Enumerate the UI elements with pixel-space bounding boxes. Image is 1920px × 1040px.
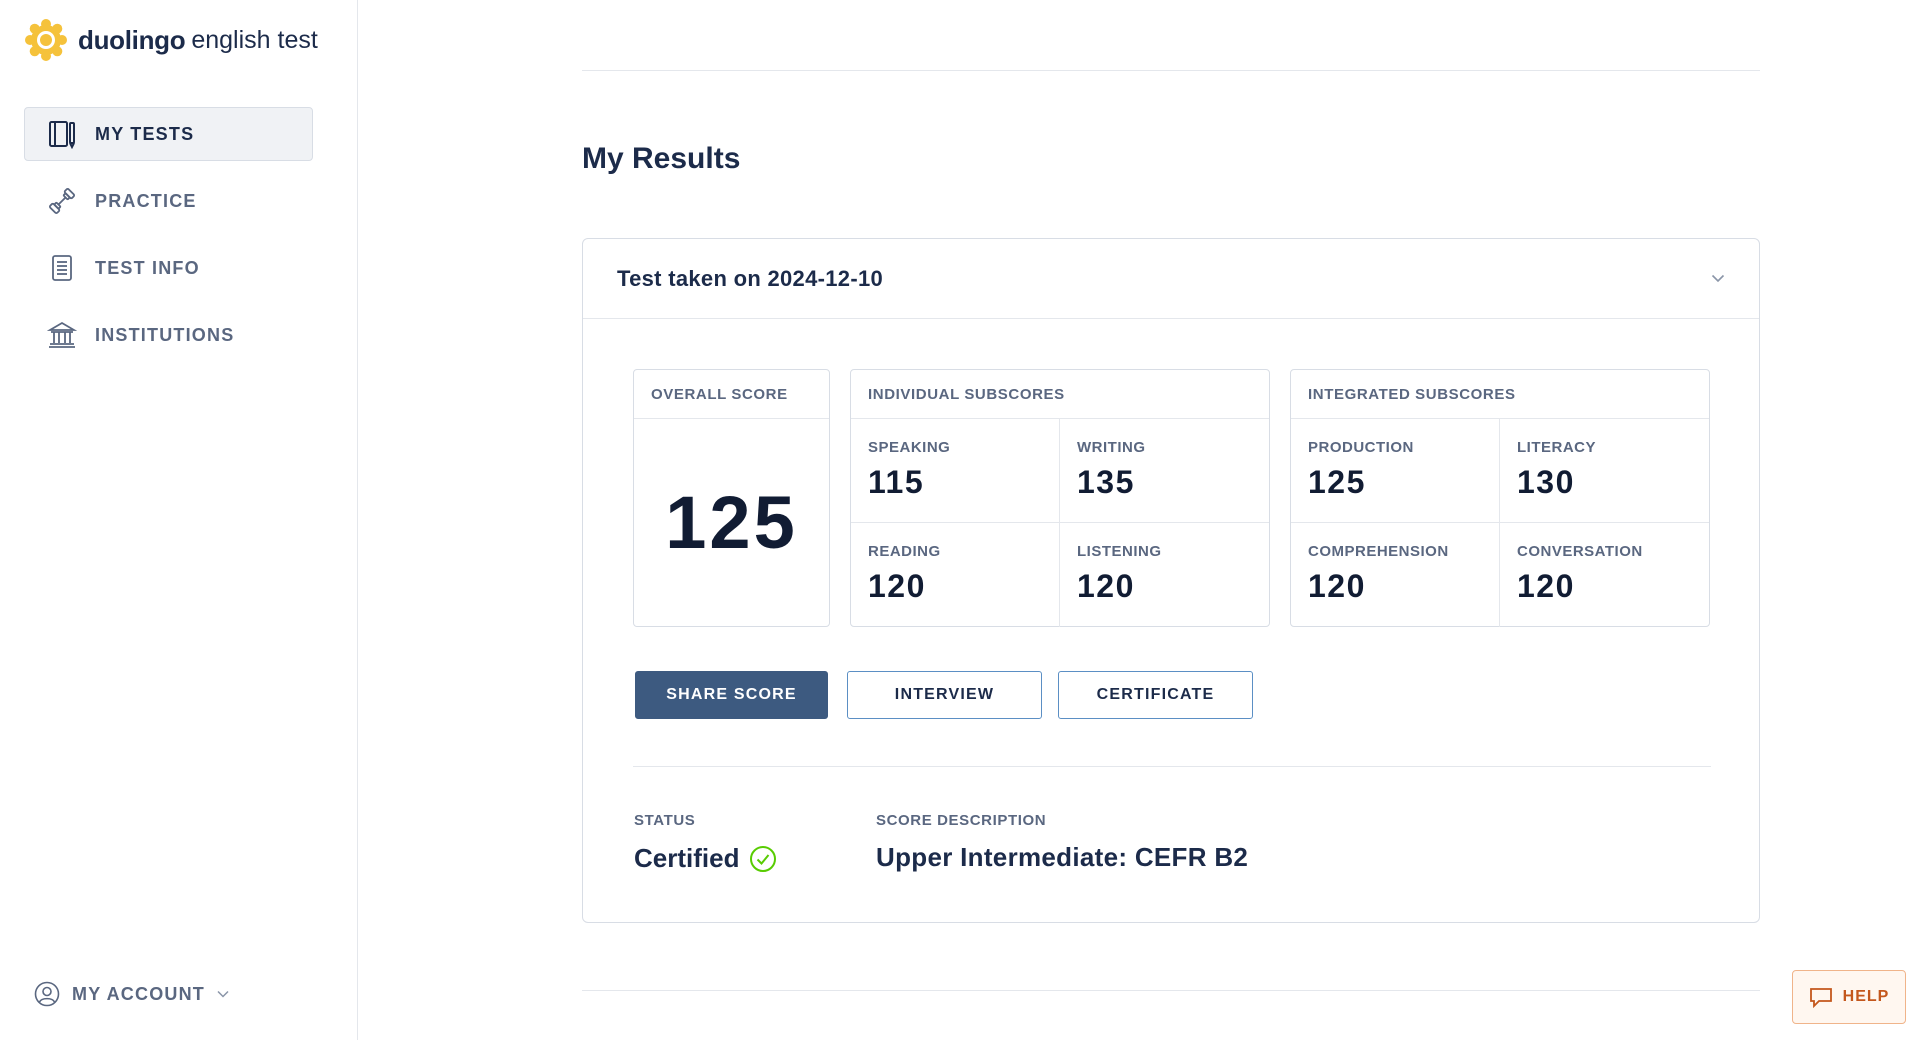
institution-icon <box>47 320 77 350</box>
subscore-writing: WRITING 135 <box>1060 419 1269 523</box>
subscore-value: 120 <box>1077 568 1135 604</box>
subscore-label: LISTENING <box>1077 543 1162 560</box>
user-circle-icon <box>34 981 60 1007</box>
subscore-label: SPEAKING <box>868 439 951 456</box>
chat-bubble-icon <box>1809 988 1832 1008</box>
subscore-value: 115 <box>868 464 925 500</box>
test-date-title: Test taken on 2024-12-10 <box>617 265 884 291</box>
sidebar-item-test-info[interactable]: TEST INFO <box>24 241 313 295</box>
sidebar: duolingo english test MY TESTS PRACTICE … <box>0 0 358 1040</box>
sidebar-item-practice[interactable]: PRACTICE <box>24 174 313 228</box>
integrated-subscores-label: INTEGRATED SUBSCORES <box>1291 370 1709 419</box>
subscore-label: READING <box>868 543 941 560</box>
individual-subscores-label: INDIVIDUAL SUBSCORES <box>851 370 1269 419</box>
interview-button[interactable]: INTERVIEW <box>847 671 1042 719</box>
subscore-literacy: LITERACY 130 <box>1500 419 1709 523</box>
overall-score-label: OVERALL SCORE <box>634 370 829 419</box>
subscore-value: 120 <box>1308 568 1366 604</box>
sidebar-item-label: TEST INFO <box>95 257 200 278</box>
test-result-card: Test taken on 2024-12-10 OVERALL SCORE 1… <box>582 238 1760 923</box>
individual-subscores-box: INDIVIDUAL SUBSCORES SPEAKING 115 WRITIN… <box>850 369 1270 627</box>
subscore-value: 125 <box>1308 464 1366 500</box>
score-description-value: Upper Intermediate: CEFR B2 <box>876 842 1249 872</box>
subscore-value: 120 <box>1517 568 1575 604</box>
document-icon <box>47 253 77 283</box>
sidebar-item-label: PRACTICE <box>95 190 197 211</box>
subscore-production: PRODUCTION 125 <box>1291 419 1500 523</box>
subscore-value: 130 <box>1517 464 1575 500</box>
subscore-comprehension: COMPREHENSION 120 <box>1291 523 1500 627</box>
main-content: My Results Test taken on 2024-12-10 OVER… <box>358 0 1920 1040</box>
subscore-reading: READING 120 <box>851 523 1060 627</box>
overall-score-value: 125 <box>665 481 798 564</box>
certificate-button[interactable]: CERTIFICATE <box>1058 671 1253 719</box>
help-label: HELP <box>1842 988 1890 1005</box>
subscore-label: PRODUCTION <box>1308 439 1414 456</box>
sidebar-nav: MY TESTS PRACTICE TEST INFO INSTITUTIONS <box>24 107 313 375</box>
brand-logo[interactable]: duolingo english test <box>24 18 318 62</box>
book-icon <box>47 119 77 149</box>
brand-product: english test <box>191 25 318 54</box>
score-description-label: SCORE DESCRIPTION <box>876 812 1047 829</box>
status-text: Certified <box>634 843 740 873</box>
divider <box>582 990 1760 991</box>
integrated-subscores-box: INTEGRATED SUBSCORES PRODUCTION 125 LITE… <box>1290 369 1710 627</box>
duolingo-logo-icon <box>25 19 67 61</box>
chevron-down-icon <box>217 990 229 998</box>
subscore-speaking: SPEAKING 115 <box>851 419 1060 523</box>
check-circle-icon <box>750 845 777 872</box>
brand-name: duolingo <box>78 24 186 55</box>
chevron-down-icon[interactable] <box>1711 274 1725 283</box>
sidebar-item-label: MY TESTS <box>95 123 195 144</box>
sidebar-item-label: INSTITUTIONS <box>95 324 235 345</box>
sidebar-item-institutions[interactable]: INSTITUTIONS <box>24 308 313 362</box>
status-label: STATUS <box>634 812 696 829</box>
share-score-button[interactable]: SHARE SCORE <box>635 671 828 719</box>
subscore-conversation: CONVERSATION 120 <box>1500 523 1709 627</box>
sidebar-item-my-tests[interactable]: MY TESTS <box>24 107 313 161</box>
subscore-value: 135 <box>1077 464 1135 500</box>
subscore-value: 120 <box>868 568 926 604</box>
test-result-header[interactable]: Test taken on 2024-12-10 <box>583 239 1759 319</box>
divider <box>633 766 1711 767</box>
subscore-label: WRITING <box>1077 439 1146 456</box>
subscore-label: LITERACY <box>1517 439 1596 456</box>
subscore-listening: LISTENING 120 <box>1060 523 1269 627</box>
help-button[interactable]: HELP <box>1792 970 1906 1024</box>
dumbbell-icon <box>47 186 77 216</box>
overall-score-box: OVERALL SCORE 125 <box>633 369 830 627</box>
my-account-menu[interactable]: MY ACCOUNT <box>34 978 229 1010</box>
my-account-label: MY ACCOUNT <box>72 983 205 1004</box>
divider <box>582 70 1760 71</box>
subscore-label: CONVERSATION <box>1517 543 1643 560</box>
status-value: Certified <box>634 843 777 874</box>
subscore-label: COMPREHENSION <box>1308 543 1449 560</box>
page-title: My Results <box>582 142 741 175</box>
